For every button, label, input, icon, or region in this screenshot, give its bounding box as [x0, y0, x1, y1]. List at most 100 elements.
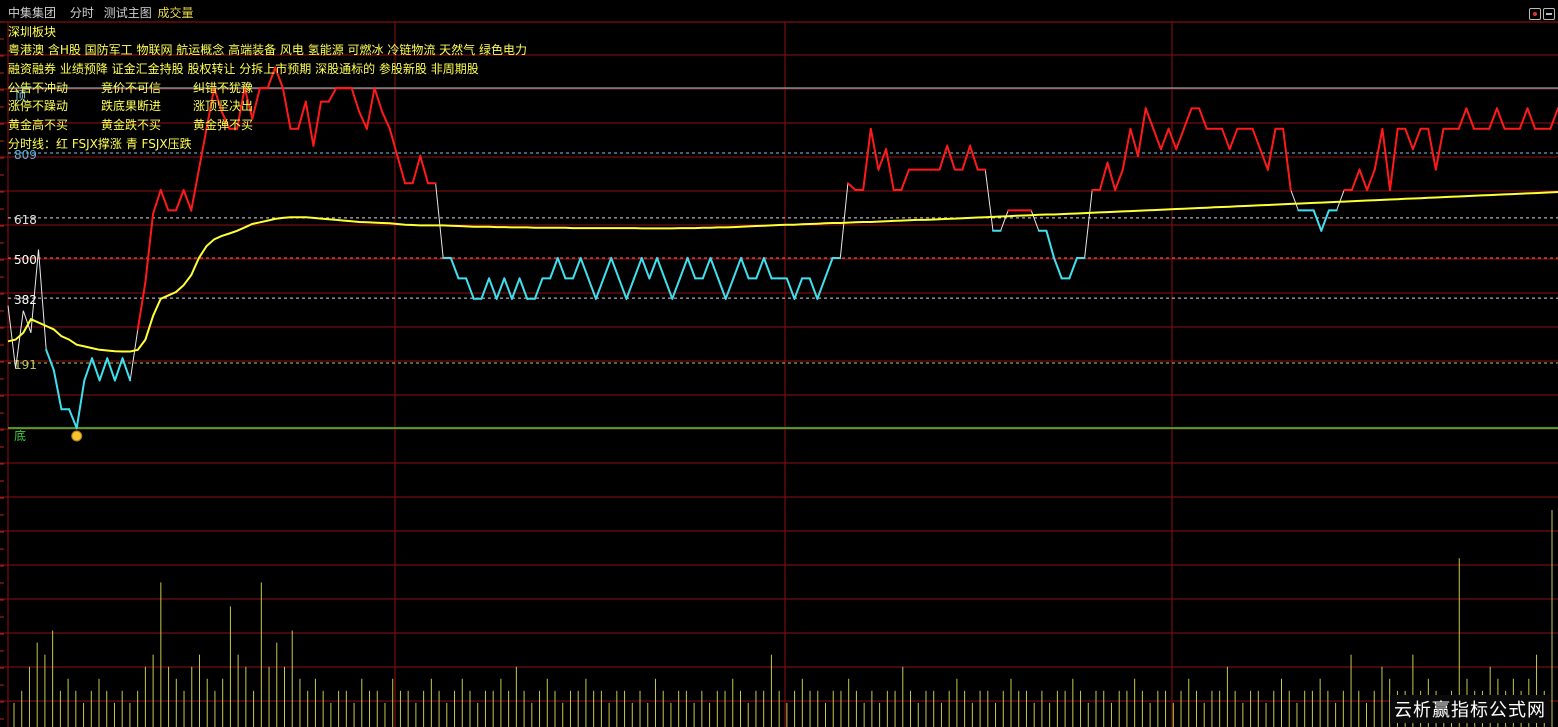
price-segment-up	[969, 144, 979, 171]
indicator-label: 测试主图	[103, 6, 152, 20]
sector-title: 深圳板块	[8, 25, 57, 39]
price-segment-down	[823, 257, 834, 280]
price-segment-down	[785, 277, 796, 300]
settings-icon[interactable]	[1529, 8, 1541, 20]
price-segment-down	[640, 257, 651, 280]
price-segment-up	[1549, 107, 1558, 130]
price-segment-up	[1182, 107, 1193, 130]
price-segment-down	[518, 277, 529, 300]
price-segment-up	[136, 280, 147, 331]
price-segment-down	[1053, 257, 1063, 280]
price-segment-down	[762, 257, 773, 280]
rule-1-1: 公告不冲动	[8, 81, 69, 95]
price-segment-up	[1175, 127, 1185, 151]
price-segment-down	[740, 257, 750, 280]
price-segment-up	[885, 148, 895, 191]
price-segment-up	[312, 100, 323, 147]
price-segment-down	[1320, 209, 1330, 232]
price-segment-up	[1198, 107, 1208, 130]
price-segment-down	[480, 277, 491, 300]
price-segment-up	[373, 87, 384, 113]
price-segment-up	[1282, 127, 1292, 191]
price-segment-down	[617, 277, 628, 300]
price-segment-up	[1434, 127, 1445, 171]
price-segment-up	[411, 155, 422, 185]
concepts-line-1: 粤港澳 含H股 国防军工 物联网 航运概念 高端装备 风电 氢能源 可燃冰 冷链…	[8, 43, 527, 57]
price-segment-up	[190, 168, 200, 212]
bottom-marker: 底	[14, 428, 26, 443]
price-segment-up	[1251, 127, 1262, 151]
price-segment-down	[1312, 209, 1323, 232]
fib-label: 618	[14, 213, 37, 227]
price-segment-up	[900, 168, 910, 191]
price-segment-down	[816, 277, 826, 300]
price-segment-down	[732, 257, 743, 280]
price-segment-up	[1098, 161, 1109, 191]
price-segment-down	[793, 277, 804, 300]
price-segment-up	[1266, 127, 1277, 171]
price-segment-down	[709, 257, 720, 280]
price-segment-up	[1495, 107, 1506, 130]
price-segment-down	[717, 277, 727, 300]
price-segment-down	[45, 348, 55, 372]
chart-stage: 809 618 500 382 191 顶底 中集集团 分时 测试主图 成交量 深圳板块 …	[0, 0, 1558, 727]
price-segment-up	[1358, 168, 1369, 191]
price-segment-up	[1526, 107, 1537, 130]
volume-label: 成交量	[157, 6, 194, 20]
price-segment-up	[1457, 107, 1468, 130]
price-segment-up	[419, 155, 429, 185]
price-segment-down	[52, 369, 63, 411]
price-segment-up	[1350, 168, 1361, 191]
price-segment-up	[159, 189, 170, 212]
rule-2-3: 涨顶坚决出	[193, 99, 254, 113]
price-segment-up	[327, 87, 338, 103]
line-legend: 分时线：红 FSJX撑涨 青 FSJX压跌	[8, 137, 192, 151]
price-segment-up	[1137, 107, 1147, 157]
price-segment-up	[1427, 127, 1437, 171]
price-segment-down	[701, 257, 712, 280]
stock-name: 中集集团	[8, 6, 57, 20]
price-segment-up	[1259, 148, 1269, 171]
price-segment-down	[75, 379, 86, 429]
price-segment-down	[1068, 257, 1078, 280]
price-segment-up	[174, 189, 185, 212]
price-segment-down	[549, 257, 559, 280]
price-segment-up	[251, 87, 261, 120]
price-segment-up	[1159, 127, 1170, 151]
price-segment-down	[671, 277, 681, 300]
rule-3-3: 黄金弹不买	[193, 118, 254, 132]
price-segment-down	[121, 357, 132, 382]
price-segment-up	[297, 100, 307, 130]
price-segment-down	[572, 257, 582, 280]
price-segment-up	[182, 189, 193, 212]
low-point-icon	[71, 430, 83, 442]
price-segment-down	[449, 257, 460, 280]
fib-label: 191	[14, 358, 37, 372]
price-segment-down	[625, 277, 636, 300]
close-icon[interactable]	[1543, 8, 1555, 20]
price-segment-down	[724, 277, 735, 300]
price-segment-up	[152, 189, 162, 215]
price-segment-up	[1389, 127, 1399, 191]
price-segment-up	[862, 127, 872, 191]
price-segment-down	[503, 277, 513, 300]
price-segment-down	[90, 357, 101, 382]
price-segment-down	[488, 277, 498, 300]
price-segment-down	[648, 257, 659, 280]
price-segment-up	[938, 144, 949, 171]
rule-1-3: 纠错不犹豫	[193, 81, 254, 95]
price-segment-up	[1129, 127, 1140, 157]
price-segment-down	[510, 277, 521, 300]
price-segment-up	[197, 127, 208, 171]
price-segment-down	[656, 257, 666, 280]
price-segment-up	[1221, 127, 1231, 151]
concepts-line-2: 融资融券 业绩预降 证金汇金持股 股权转让 分拆上市预期 深股通标的 参股新股 …	[8, 62, 479, 76]
price-segment-down	[83, 357, 93, 382]
price-segment-up	[1518, 107, 1529, 130]
rule-3-1: 黄金高不买	[8, 118, 69, 132]
price-segment-up	[381, 110, 391, 130]
rule-2-1: 涨停不躁动	[8, 99, 69, 113]
fib-label: 500	[14, 253, 37, 267]
price-segment-down	[633, 257, 643, 280]
price-segment-up	[1114, 168, 1124, 191]
